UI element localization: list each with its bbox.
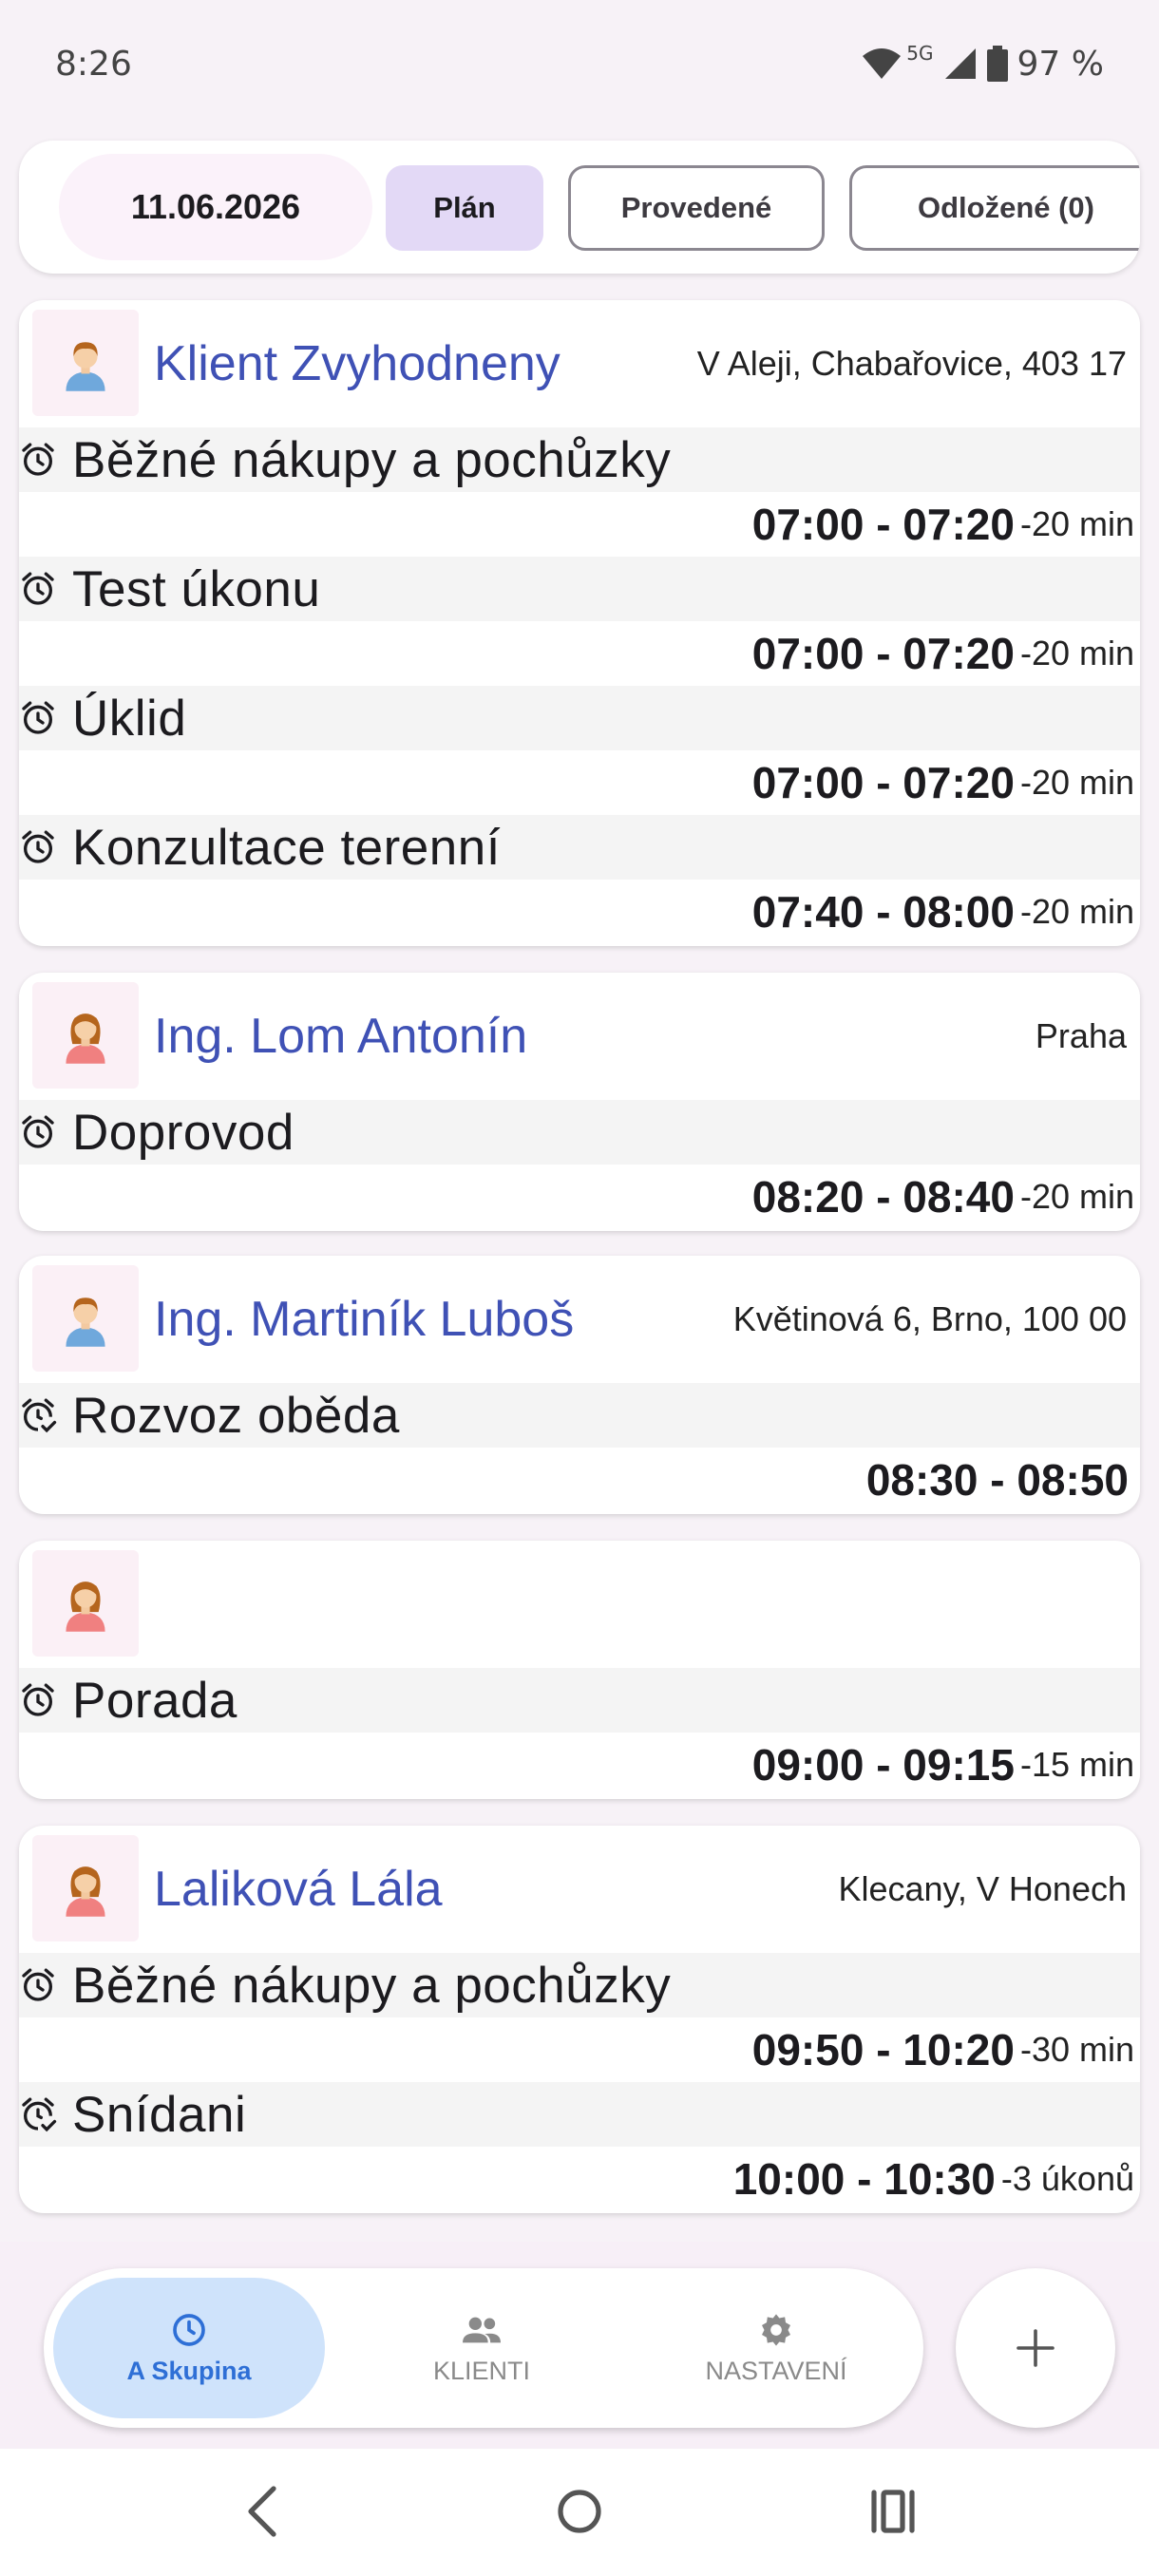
task-item[interactable]: Snídani 10:00 - 10:30 -3 úkonů xyxy=(19,2082,1140,2211)
date-picker[interactable]: 11.06.2026 xyxy=(59,154,372,260)
male-avatar-icon xyxy=(32,1265,139,1372)
client-address: Praha xyxy=(1035,1016,1127,1055)
system-nav-bar xyxy=(0,2449,1159,2576)
task-duration: -20 min xyxy=(1019,504,1134,543)
male-avatar-icon xyxy=(32,310,139,416)
client-card[interactable]: Ing. Martiník Luboš Květinová 6, Brno, 1… xyxy=(19,1256,1140,1514)
female-avatar-icon xyxy=(32,982,139,1089)
task-duration: -20 min xyxy=(1019,892,1134,931)
battery-level: 97 % xyxy=(1016,44,1104,84)
signal-icon xyxy=(944,48,976,79)
clock-icon xyxy=(173,2313,205,2346)
filter-bar: 11.06.2026 Plán Provedené Odložené (0) xyxy=(19,141,1140,274)
nav-label: KLIENTI xyxy=(432,2356,531,2385)
alarm-icon xyxy=(19,1681,57,1719)
alarm-check-icon xyxy=(19,2095,57,2133)
female-avatar-icon xyxy=(32,1835,139,1941)
task-title: Rozvoz oběda xyxy=(72,1387,400,1444)
client-card[interactable]: Klient Zvyhodneny V Aleji, Chabařovice, … xyxy=(19,300,1140,946)
plus-icon xyxy=(1016,2329,1054,2367)
task-time: 07:00 - 07:20 xyxy=(751,629,1015,678)
task-title: Doprovod xyxy=(72,1104,294,1161)
female-avatar-icon xyxy=(32,1550,139,1657)
alarm-icon xyxy=(19,699,57,737)
task-item[interactable]: Běžné nákupy a pochůzky 07:00 - 07:20 -20… xyxy=(19,427,1140,557)
client-card-header[interactable]: Ing. Lom Antonín Praha xyxy=(19,973,1140,1100)
task-item[interactable]: Konzultace terenní 07:40 - 08:00 -20 min xyxy=(19,815,1140,944)
task-duration: -20 min xyxy=(1019,634,1134,672)
client-card-header[interactable] xyxy=(19,1541,1140,1668)
client-card-header[interactable]: Laliková Lála Klecany, V Honech xyxy=(19,1826,1140,1953)
client-card-header[interactable]: Klient Zvyhodneny V Aleji, Chabařovice, … xyxy=(19,300,1140,427)
client-address: Klecany, V Honech xyxy=(838,1869,1127,1908)
task-time: 07:40 - 08:00 xyxy=(751,887,1015,937)
battery-icon xyxy=(986,46,1008,82)
nav-a-skupina[interactable]: A Skupina xyxy=(53,2278,325,2418)
client-name: Laliková Lála xyxy=(154,1862,443,1917)
home-icon[interactable] xyxy=(555,2483,604,2540)
recent-apps-icon[interactable] xyxy=(868,2483,918,2540)
nav-klienti[interactable]: KLIENTI xyxy=(363,2278,600,2418)
task-item[interactable]: Běžné nákupy a pochůzky 09:50 - 10:20 -30… xyxy=(19,1953,1140,2082)
nav-label: A Skupina xyxy=(126,2356,252,2385)
task-time: 09:50 - 10:20 xyxy=(751,2025,1015,2074)
task-time: 09:00 - 09:15 xyxy=(751,1740,1015,1790)
add-button[interactable] xyxy=(956,2268,1115,2428)
client-card[interactable]: Ing. Lom Antonín Praha Doprovod 08:20 - … xyxy=(19,973,1140,1231)
task-item[interactable]: Doprovod 08:20 - 08:40 -20 min xyxy=(19,1100,1140,1229)
wifi-icon xyxy=(863,48,902,79)
alarm-icon xyxy=(19,828,57,866)
nav-nastaveni[interactable]: NASTAVENÍ xyxy=(648,2278,904,2418)
task-duration: -20 min xyxy=(1019,1177,1134,1216)
task-time: 07:00 - 07:20 xyxy=(751,500,1015,549)
task-title: Snídani xyxy=(72,2086,247,2143)
task-duration: -20 min xyxy=(1019,763,1134,802)
client-address: Květinová 6, Brno, 100 00 xyxy=(732,1299,1127,1338)
alarm-icon xyxy=(19,441,57,479)
task-item[interactable]: Porada 09:00 - 09:15 -15 min xyxy=(19,1668,1140,1797)
task-title: Běžné nákupy a pochůzky xyxy=(72,1957,672,2014)
alarm-icon xyxy=(19,1113,57,1151)
task-title: Porada xyxy=(72,1672,238,1729)
client-name: Ing. Lom Antonín xyxy=(154,1009,528,1064)
nav-label: NASTAVENÍ xyxy=(705,2356,847,2385)
tab-plan[interactable]: Plán xyxy=(386,165,543,251)
task-item[interactable]: Rozvoz oběda 08:30 - 08:50 xyxy=(19,1383,1140,1512)
client-address: V Aleji, Chabařovice, 403 17 xyxy=(696,344,1127,383)
client-name: Klient Zvyhodneny xyxy=(154,336,560,391)
status-bar: 8:26 5G 97 % xyxy=(0,0,1159,127)
client-card-header[interactable]: Ing. Martiník Luboš Květinová 6, Brno, 1… xyxy=(19,1256,1140,1383)
task-time: 08:30 - 08:50 xyxy=(865,1455,1129,1505)
alarm-icon xyxy=(19,570,57,608)
task-title: Test úkonu xyxy=(72,560,321,617)
task-title: Konzultace terenní xyxy=(72,819,501,876)
task-duration: -30 min xyxy=(1019,2030,1134,2069)
client-card[interactable]: Laliková Lála Klecany, V Honech Běžné ná… xyxy=(19,1826,1140,2213)
task-duration: -15 min xyxy=(1019,1745,1134,1784)
task-item[interactable]: Úklid 07:00 - 07:20 -20 min xyxy=(19,686,1140,815)
alarm-check-icon xyxy=(19,1396,57,1434)
gear-icon xyxy=(762,2313,790,2346)
people-icon xyxy=(463,2317,501,2342)
alarm-icon xyxy=(19,1966,57,2004)
task-duration: -3 úkonů xyxy=(1000,2159,1134,2198)
client-card[interactable]: Porada 09:00 - 09:15 -15 min xyxy=(19,1541,1140,1799)
status-icons: 5G 97 % xyxy=(861,42,1104,84)
client-name: Ing. Martiník Luboš xyxy=(154,1292,575,1347)
network-type: 5G xyxy=(906,42,934,65)
back-icon[interactable] xyxy=(243,2483,281,2540)
task-item[interactable]: Test úkonu 07:00 - 07:20 -20 min xyxy=(19,557,1140,686)
task-time: 07:00 - 07:20 xyxy=(751,758,1015,807)
task-title: Úklid xyxy=(72,690,187,747)
task-time: 08:20 - 08:40 xyxy=(751,1172,1015,1222)
tab-provedene[interactable]: Provedené xyxy=(568,165,825,251)
task-title: Běžné nákupy a pochůzky xyxy=(72,431,672,488)
tab-odlozene[interactable]: Odložené (0) xyxy=(849,165,1140,251)
status-time: 8:26 xyxy=(55,44,132,84)
task-time: 10:00 - 10:30 xyxy=(732,2154,996,2204)
